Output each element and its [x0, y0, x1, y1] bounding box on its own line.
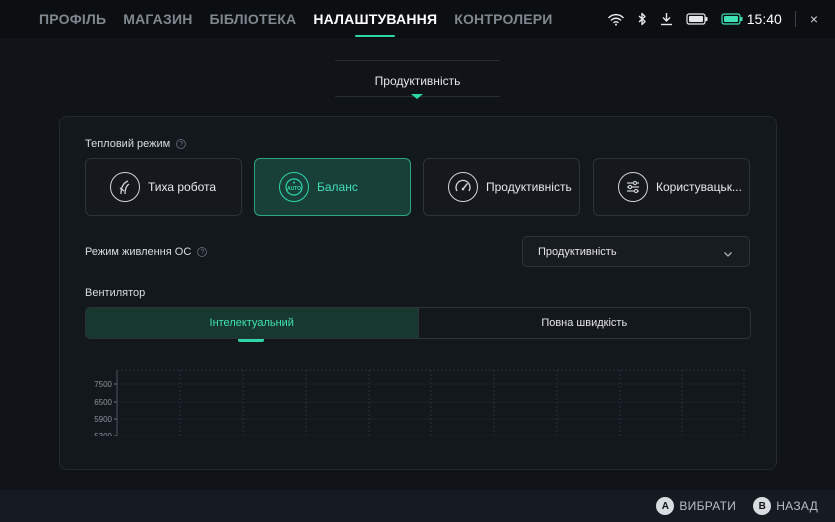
help-icon[interactable]: ?	[197, 247, 208, 257]
mode-card-quiet[interactable]: Тиха робота	[85, 158, 242, 216]
status-divider	[794, 11, 796, 27]
power-mode-value: Продуктивність	[538, 245, 617, 258]
close-icon[interactable]: ×	[810, 11, 818, 27]
mode-label-balance: Баланс	[317, 180, 358, 194]
fan-option-smart[interactable]: Інтелектуальний	[86, 308, 419, 338]
mode-label-quiet: Тиха робота	[148, 180, 217, 194]
nav-tab-store[interactable]: МАГАЗИН	[123, 0, 192, 38]
clock: 15:40	[746, 11, 782, 27]
select-hint[interactable]: A ВИБРАТИ	[656, 497, 736, 515]
bluetooth-icon[interactable]	[637, 12, 647, 26]
bottom-bar: A ВИБРАТИ B НАЗАД	[0, 490, 835, 522]
back-hint[interactable]: B НАЗАД	[753, 497, 818, 515]
section-header: Продуктивність	[0, 72, 835, 90]
power-mode-label: Режим живлення ОС ?	[85, 246, 208, 258]
fan-label-text: Вентилятор	[85, 287, 146, 299]
chart-y-tick-label: 6500	[94, 398, 112, 407]
auto-icon: AUTO	[279, 172, 309, 202]
chart-y-tick-label: 7500	[94, 380, 112, 389]
nav-tab-controllers[interactable]: КОНТРОЛЕРИ	[454, 0, 552, 38]
chart-y-tick-label: 5300	[94, 432, 112, 436]
quiet-icon	[110, 172, 140, 202]
nav-tab-library[interactable]: БІБЛІОТЕКА	[210, 0, 297, 38]
battery-icon	[721, 13, 743, 25]
thermal-mode-label-text: Тепловий режим	[85, 138, 171, 150]
nav-tab-profile[interactable]: ПРОФІЛЬ	[39, 0, 106, 38]
section-divider-top	[335, 60, 500, 61]
power-mode-select[interactable]: Продуктивність	[522, 236, 750, 267]
fan-option-full-speed[interactable]: Повна швидкість	[419, 308, 751, 338]
b-button-icon: B	[753, 497, 772, 515]
power-mode-label-text: Режим живлення ОС	[85, 246, 192, 258]
section-chevron-icon	[411, 94, 423, 99]
mode-label-custom: Користувацьк...	[656, 180, 742, 194]
mode-card-custom[interactable]: Користувацьк...	[593, 158, 750, 216]
status-area: 15:40 ×	[608, 0, 835, 38]
thermal-mode-label: Тепловий режим ?	[85, 138, 187, 150]
chart-y-tick-label: 5900	[94, 415, 112, 424]
fan-curve-chart: 7500 6500 5900 5300	[94, 369, 745, 436]
main-nav: ПРОФІЛЬ МАГАЗИН БІБЛІОТЕКА НАЛАШТУВАННЯ …	[39, 0, 570, 38]
chevron-down-icon	[723, 246, 733, 264]
controller-battery-icon	[686, 13, 708, 25]
wifi-icon[interactable]	[608, 13, 624, 26]
mode-label-performance: Продуктивність	[486, 180, 572, 194]
mode-card-performance[interactable]: Продуктивність	[423, 158, 580, 216]
fan-mode-toggle: Інтелектуальний Повна швидкість	[85, 307, 751, 339]
back-label: НАЗАД	[776, 499, 818, 513]
mode-card-balance[interactable]: AUTO Баланс	[254, 158, 411, 216]
section-title: Продуктивність	[374, 74, 461, 88]
nav-tab-settings[interactable]: НАЛАШТУВАННЯ	[313, 0, 437, 38]
fan-selection-indicator	[238, 339, 264, 342]
performance-gauge-icon	[448, 172, 478, 202]
help-icon[interactable]: ?	[176, 139, 187, 149]
top-bar: ПРОФІЛЬ МАГАЗИН БІБЛІОТЕКА НАЛАШТУВАННЯ …	[0, 0, 835, 38]
download-icon[interactable]	[660, 12, 673, 26]
a-button-icon: A	[656, 497, 675, 515]
select-label: ВИБРАТИ	[679, 499, 737, 513]
auto-icon-text: AUTO	[287, 186, 301, 192]
fan-label: Вентилятор	[85, 287, 145, 299]
custom-sliders-icon	[618, 172, 648, 202]
